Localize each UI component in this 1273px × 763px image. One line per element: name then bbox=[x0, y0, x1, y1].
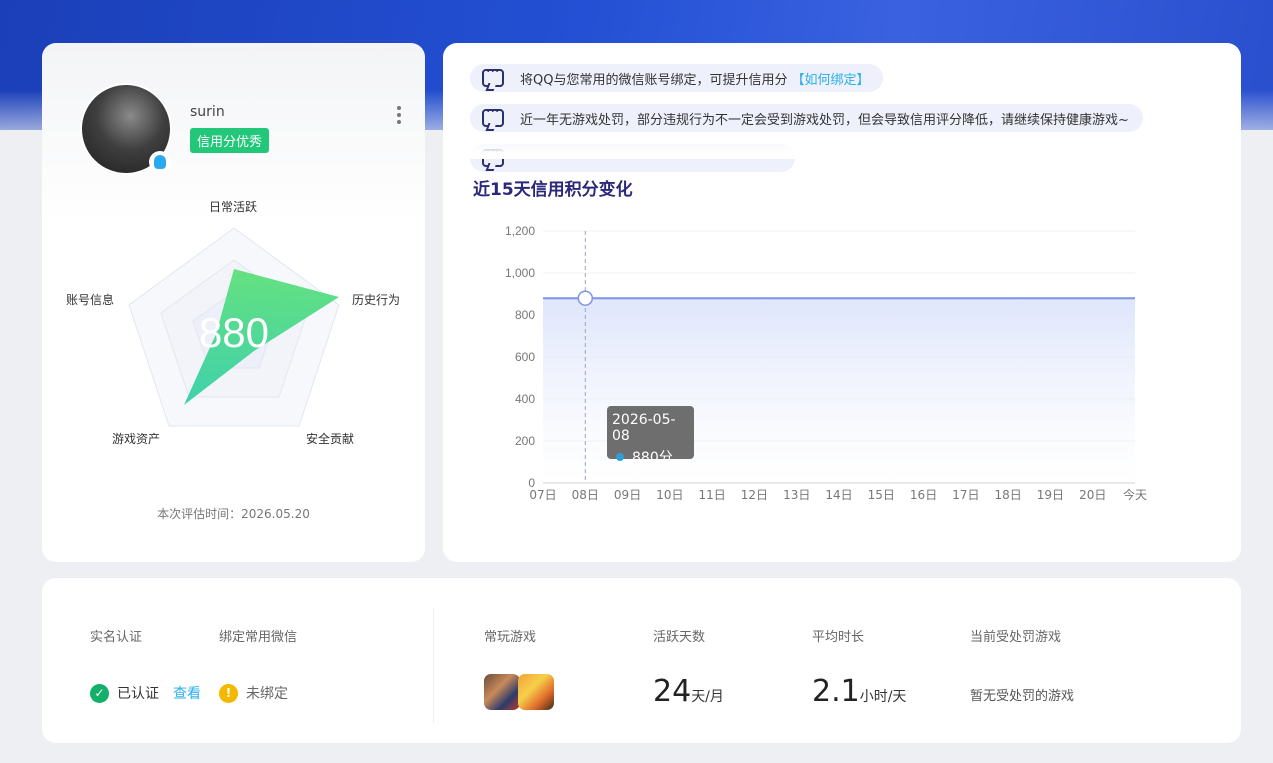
x-tick-label: 14日 bbox=[825, 488, 852, 502]
more-options-icon[interactable] bbox=[392, 103, 406, 127]
chart-tooltip: 2026-05-08 880分 bbox=[607, 406, 694, 466]
radar-label-security: 安全贡献 bbox=[306, 432, 355, 446]
credit-level-badge: 信用分优秀 bbox=[190, 128, 270, 153]
active-days-unit: 天/月 bbox=[691, 689, 724, 705]
notice-no-punishment: 近一年无游戏处罚，部分违规行为不一定会受到游戏处罚，但会导致信用评分降低，请继续… bbox=[470, 104, 1143, 132]
message-icon bbox=[482, 64, 504, 87]
x-tick-label: 20日 bbox=[1079, 488, 1106, 502]
y-tick-label: 400 bbox=[515, 392, 535, 406]
x-tick-label: 18日 bbox=[995, 488, 1022, 502]
y-tick-label: 800 bbox=[515, 308, 535, 322]
wechat-label: 绑定常用微信 bbox=[219, 630, 298, 645]
game-naruto-icon[interactable] bbox=[518, 674, 554, 710]
active-days-value: 24 bbox=[653, 674, 692, 709]
tooltip-dot-icon bbox=[616, 453, 624, 461]
how-to-bind-link[interactable]: 【如何绑定】 bbox=[791, 69, 869, 88]
active-days-label: 活跃天数 bbox=[653, 630, 706, 645]
game-honor-of-kings-icon[interactable] bbox=[484, 674, 520, 710]
active-days: 24天/月 bbox=[653, 674, 724, 709]
y-tick-label: 1,200 bbox=[505, 224, 535, 238]
wechat-status: ! 未绑定 bbox=[219, 683, 288, 703]
realname-status-text: 已认证 bbox=[117, 686, 159, 702]
x-tick-label: 16日 bbox=[910, 488, 937, 502]
x-tick-label: 09日 bbox=[614, 488, 641, 502]
check-icon: ✓ bbox=[90, 683, 109, 703]
tooltip-value: 880分 bbox=[632, 450, 673, 466]
avg-duration: 2.1小时/天 bbox=[812, 674, 906, 709]
data-point bbox=[577, 290, 594, 306]
x-tick-label: 12日 bbox=[741, 488, 768, 502]
punished-games-value: 暂无受处罚的游戏 bbox=[970, 689, 1075, 704]
view-realname-link[interactable]: 查看 bbox=[173, 683, 201, 703]
y-tick-label: 600 bbox=[515, 350, 535, 364]
radar-label-history: 历史行为 bbox=[352, 293, 401, 307]
evaluation-time: 本次评估时间：2026.05.20 bbox=[157, 507, 310, 521]
x-tick-label: 08日 bbox=[572, 488, 599, 502]
divider bbox=[433, 608, 434, 723]
notice-bind-wechat: 将QQ与您常用的微信账号绑定，可提升信用分 【如何绑定】 bbox=[470, 64, 884, 92]
y-tick-label: 1,000 bbox=[505, 266, 535, 280]
x-tick-label: 今天 bbox=[1123, 487, 1147, 502]
y-tick-label: 200 bbox=[515, 434, 535, 448]
credit-score: 880 bbox=[199, 309, 269, 356]
punished-games-label: 当前受处罚游戏 bbox=[970, 630, 1062, 645]
avg-duration-value: 2.1 bbox=[812, 674, 860, 709]
realname-label: 实名认证 bbox=[90, 630, 143, 645]
wechat-status-text: 未绑定 bbox=[246, 686, 288, 702]
account-stats-card: 实名认证 绑定常用微信 ✓ 已认证 查看 ! 未绑定 常玩游戏 活跃天数 24天… bbox=[42, 578, 1241, 743]
games-label: 常玩游戏 bbox=[484, 630, 537, 645]
avg-duration-unit: 小时/天 bbox=[859, 689, 907, 705]
x-tick-label: 17日 bbox=[952, 488, 979, 502]
warning-icon: ! bbox=[219, 683, 238, 703]
x-tick-label: 11日 bbox=[699, 488, 726, 502]
credit-radar-chart: 880 bbox=[128, 227, 340, 427]
radar-label-daily: 日常活跃 bbox=[209, 200, 258, 214]
tooltip-date: 2026-05-08 bbox=[612, 412, 676, 444]
username: surin bbox=[190, 104, 225, 120]
x-tick-label: 13日 bbox=[783, 488, 810, 502]
radar-label-assets: 游戏资产 bbox=[112, 432, 161, 446]
profile-card: surin 信用分优秀 880 日常活跃 历史行为 安全贡献 游戏资产 账号信息… bbox=[42, 43, 425, 562]
notice-text: 近一年无游戏处罚，部分违规行为不一定会受到游戏处罚，但会导致信用评分降低，请继续… bbox=[520, 112, 1129, 128]
notice-text: 将QQ与您常用的微信账号绑定，可提升信用分 bbox=[520, 72, 788, 88]
trend-title: 近15天信用积分变化 bbox=[473, 180, 633, 200]
realname-status: ✓ 已认证 查看 bbox=[90, 683, 201, 703]
qq-badge-icon bbox=[149, 151, 171, 173]
message-icon bbox=[482, 104, 504, 127]
credit-trend-card: 将QQ与您常用的微信账号绑定，可提升信用分 【如何绑定】 近一年无游戏处罚，部分… bbox=[443, 43, 1241, 562]
x-tick-label: 07日 bbox=[529, 488, 556, 502]
x-tick-label: 15日 bbox=[868, 488, 895, 502]
x-tick-label: 19日 bbox=[1037, 488, 1064, 502]
notice-scroll-fade bbox=[443, 139, 1241, 159]
credit-trend-chart: 02004006008001,0001,20007日 08日 09日 10日 11日 12… bbox=[505, 224, 1147, 502]
x-tick-label: 10日 bbox=[656, 488, 683, 502]
avg-duration-label: 平均时长 bbox=[812, 630, 865, 645]
radar-label-account: 账号信息 bbox=[66, 293, 115, 307]
